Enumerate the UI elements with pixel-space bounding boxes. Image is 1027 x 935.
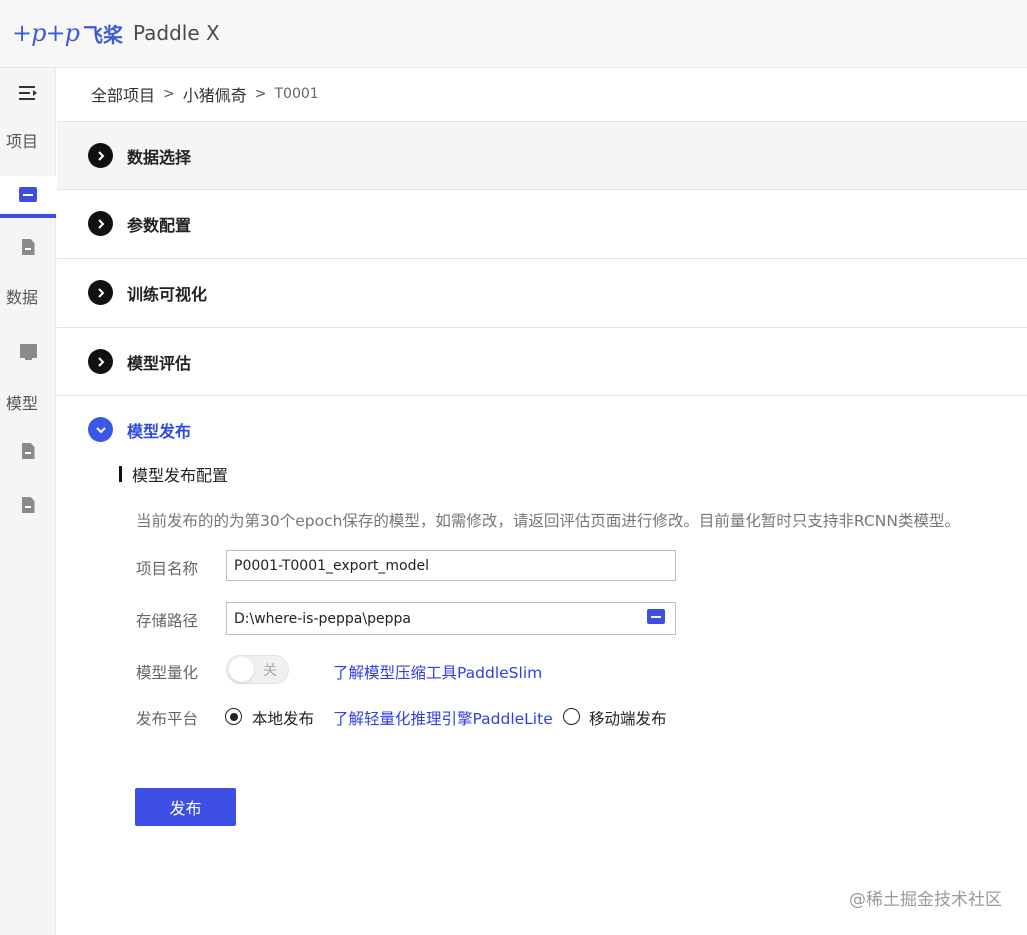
section-title: 数据选择 bbox=[127, 147, 192, 167]
sidebar-item-model-2[interactable] bbox=[0, 488, 56, 522]
breadcrumb-all-projects[interactable]: 全部项目 bbox=[91, 82, 155, 106]
chevron-right-icon bbox=[88, 349, 113, 374]
heading-bar bbox=[119, 466, 122, 482]
chevron-down-icon bbox=[88, 417, 113, 442]
section-data-select[interactable]: 数据选择 bbox=[57, 121, 1027, 189]
storage-path-label: 存储路径 bbox=[136, 612, 199, 630]
quantize-label: 模型量化 bbox=[136, 664, 199, 682]
document-icon bbox=[21, 443, 35, 459]
top-header: +p+p 飞桨 Paddle X bbox=[0, 0, 1027, 68]
sidebar-section-project: 项目 bbox=[5, 132, 38, 151]
radio-local[interactable] bbox=[225, 708, 242, 725]
sidebar-active-indicator bbox=[0, 214, 56, 218]
section-title: 训练可视化 bbox=[127, 284, 208, 304]
storage-path-input[interactable] bbox=[226, 602, 676, 635]
radio-local-label[interactable]: 本地发布 bbox=[252, 707, 314, 729]
paddlelite-link[interactable]: 了解轻量化推理引擎PaddleLite bbox=[333, 707, 553, 729]
radio-mobile[interactable] bbox=[563, 708, 580, 725]
publish-config-heading: 模型发布配置 bbox=[119, 462, 228, 486]
section-model-eval[interactable]: 模型评估 bbox=[57, 327, 1027, 395]
sidebar-section-model: 模型 bbox=[5, 394, 38, 413]
paddlex-logo[interactable]: +p+p 飞桨 Paddle X bbox=[12, 18, 220, 48]
platform-label: 发布平台 bbox=[136, 710, 199, 728]
section-model-publish[interactable]: 模型发布 bbox=[57, 395, 1027, 463]
section-title: 模型评估 bbox=[127, 353, 192, 373]
chevron-right-icon bbox=[88, 143, 113, 168]
sidebar-item-project[interactable] bbox=[0, 176, 56, 212]
breadcrumb-separator: > bbox=[163, 86, 175, 102]
logo-en-text: Paddle X bbox=[132, 21, 220, 45]
sidebar: 项目 数据 模型 bbox=[0, 68, 56, 935]
toggle-knob bbox=[229, 657, 254, 682]
menu-collapse-button[interactable] bbox=[0, 82, 56, 104]
document-icon bbox=[21, 239, 35, 255]
publish-config-title: 模型发布配置 bbox=[132, 466, 229, 485]
section-train-visual[interactable]: 训练可视化 bbox=[57, 258, 1027, 326]
paddleslim-link[interactable]: 了解模型压缩工具PaddleSlim bbox=[333, 661, 542, 683]
monitor-icon bbox=[19, 344, 37, 360]
watermark: @稀土掘金技术社区 bbox=[849, 890, 1002, 910]
folder-icon bbox=[19, 186, 37, 202]
radio-mobile-label[interactable]: 移动端发布 bbox=[589, 707, 667, 729]
main-content: 全部项目 > 小猪佩奇 > T0001 数据选择 参数配置 训练可视化 模型评估 bbox=[57, 68, 1027, 935]
document-icon bbox=[21, 497, 35, 513]
sidebar-item-data[interactable] bbox=[0, 334, 56, 368]
section-param-config[interactable]: 参数配置 bbox=[57, 189, 1027, 257]
breadcrumb-separator: > bbox=[254, 86, 267, 102]
section-title: 模型发布 bbox=[127, 421, 192, 441]
menu-collapse-icon bbox=[19, 85, 37, 101]
folder-icon[interactable] bbox=[647, 609, 665, 624]
breadcrumb-current: T0001 bbox=[274, 86, 319, 102]
publish-button[interactable]: 发布 bbox=[135, 788, 236, 826]
breadcrumb-project[interactable]: 小猪佩奇 bbox=[183, 82, 247, 106]
chevron-right-icon bbox=[88, 211, 113, 236]
toggle-state-text: 关 bbox=[263, 662, 277, 679]
section-title: 参数配置 bbox=[127, 215, 192, 235]
project-name-input[interactable] bbox=[226, 550, 676, 581]
breadcrumb: 全部项目 > 小猪佩奇 > T0001 bbox=[91, 82, 319, 106]
quantize-toggle[interactable]: 关 bbox=[226, 655, 289, 684]
sidebar-item-project-doc[interactable] bbox=[0, 230, 56, 264]
sidebar-section-data: 数据 bbox=[5, 288, 38, 307]
radio-selected-dot bbox=[229, 712, 238, 721]
project-name-label: 项目名称 bbox=[136, 560, 199, 578]
chevron-right-icon bbox=[88, 280, 113, 305]
logo-cn-text: 飞桨 bbox=[82, 22, 123, 47]
sidebar-item-model-1[interactable] bbox=[0, 434, 56, 468]
paddle-logo-mark: +p+p bbox=[12, 19, 80, 47]
publish-notice: 当前发布的的为第30个epoch保存的模型，如需修改，请返回评估页面进行修改。目… bbox=[136, 512, 960, 530]
